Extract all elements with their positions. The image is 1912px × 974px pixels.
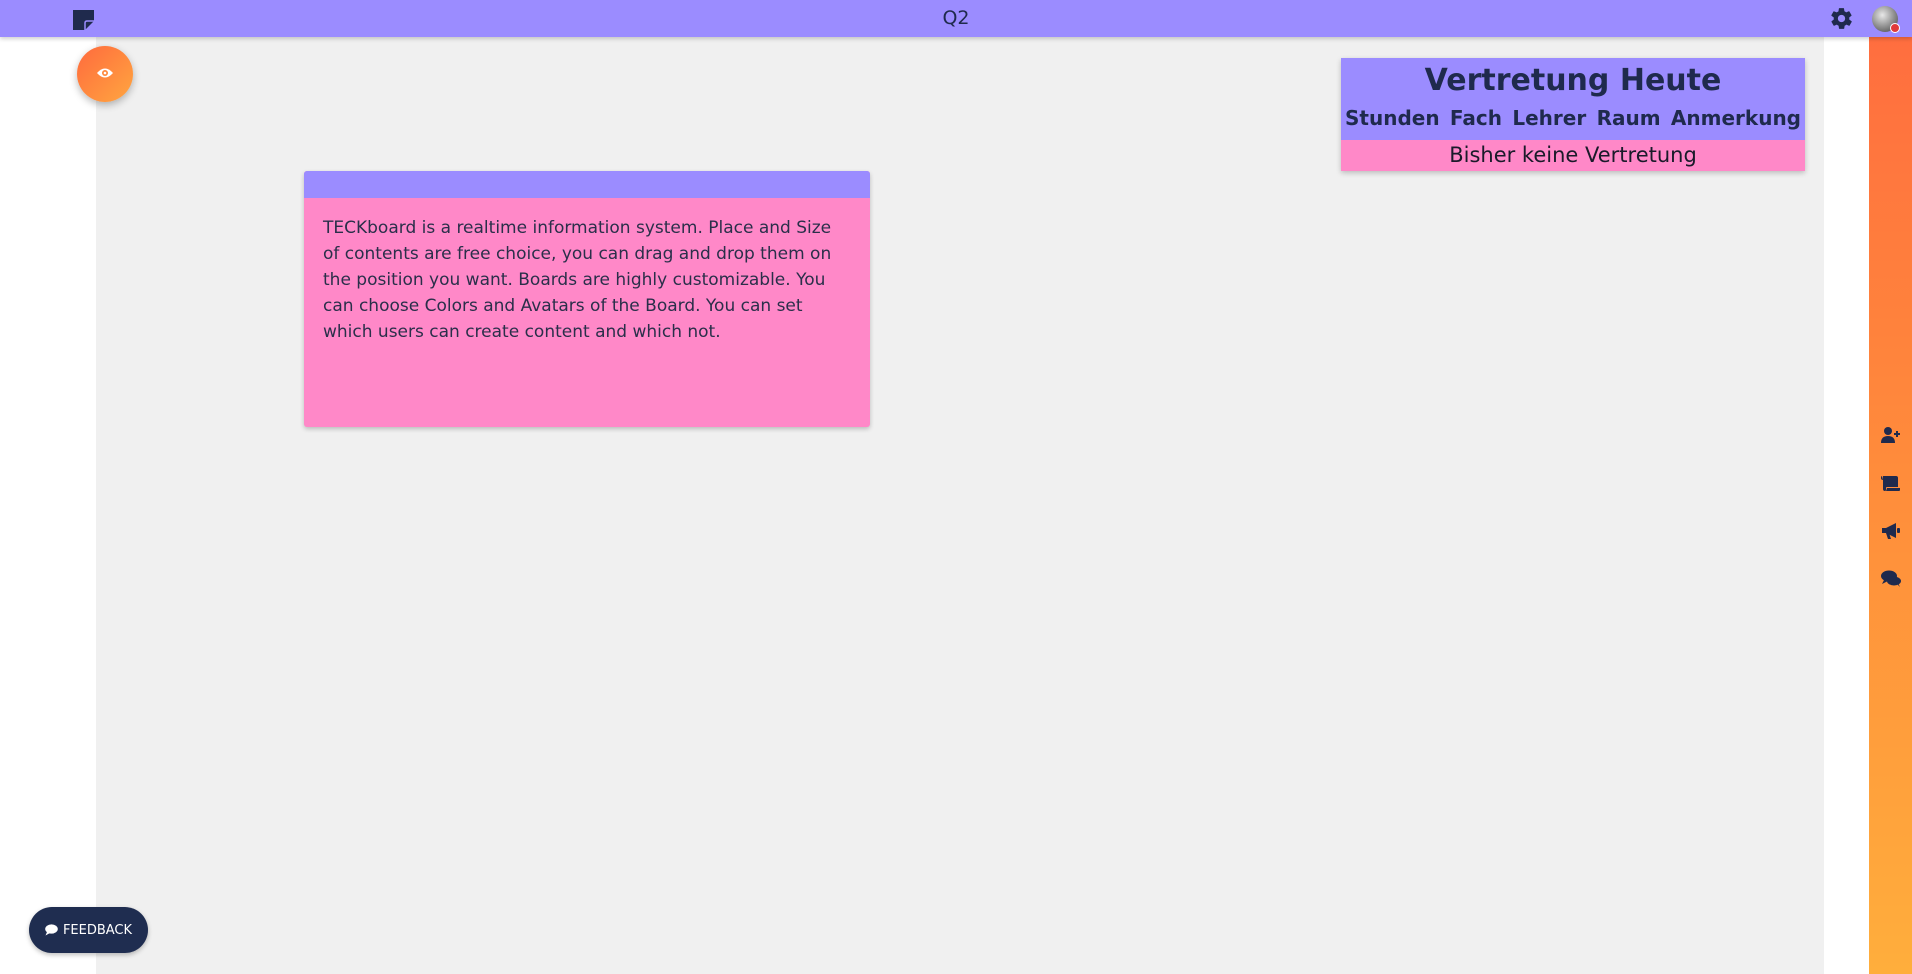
top-bar: Q2 — [0, 0, 1912, 37]
user-avatar[interactable] — [1872, 6, 1900, 33]
megaphone-icon[interactable] — [1881, 522, 1901, 540]
substitution-header: Vertretung Heute Stunden Fach Lehrer Rau… — [1341, 58, 1805, 140]
scroll-icon[interactable] — [1881, 474, 1901, 492]
preview-toggle-button[interactable] — [77, 46, 133, 102]
substitution-title: Vertretung Heute — [1424, 63, 1722, 98]
card-drag-handle[interactable] — [304, 171, 870, 198]
column-header: Lehrer — [1512, 106, 1587, 130]
substitution-card[interactable]: Vertretung Heute Stunden Fach Lehrer Rau… — [1341, 58, 1805, 171]
right-sidebar — [1869, 37, 1912, 974]
column-header: Anmerkung — [1670, 106, 1801, 130]
substitution-empty-row: Bisher keine Vertretung — [1341, 140, 1805, 171]
substitution-columns: Stunden Fach Lehrer Raum Anmerkung — [1341, 102, 1805, 134]
comments-icon[interactable] — [1881, 570, 1901, 588]
text-content-card[interactable]: TECKboard is a realtime information syst… — [304, 171, 870, 427]
column-header: Fach — [1449, 106, 1503, 130]
feedback-button[interactable]: FEEDBACK — [29, 907, 148, 953]
board-title: Q2 — [942, 7, 970, 29]
notification-dot — [1890, 23, 1900, 33]
column-header: Stunden — [1345, 106, 1440, 130]
card-text[interactable]: TECKboard is a realtime information syst… — [304, 198, 870, 345]
comment-icon — [45, 924, 58, 936]
gear-icon[interactable] — [1829, 6, 1854, 31]
column-header: Raum — [1596, 106, 1661, 130]
feedback-label: FEEDBACK — [62, 922, 133, 938]
eye-icon — [97, 68, 113, 78]
add-user-icon[interactable] — [1881, 426, 1901, 444]
